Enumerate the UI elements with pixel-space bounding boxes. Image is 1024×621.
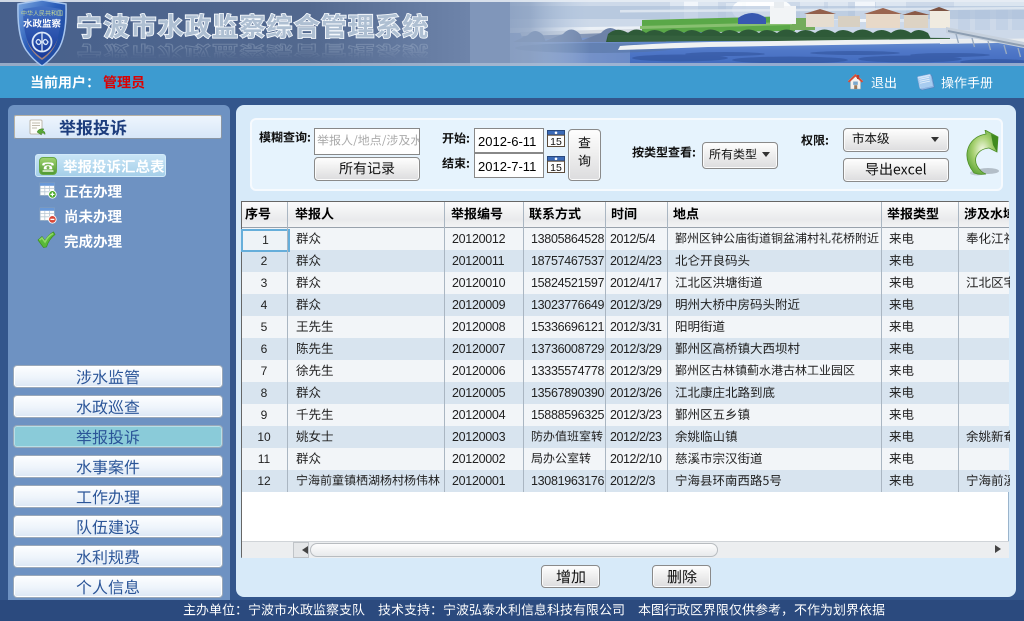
svg-text:15: 15 (550, 136, 562, 147)
svg-text:15: 15 (550, 162, 562, 173)
